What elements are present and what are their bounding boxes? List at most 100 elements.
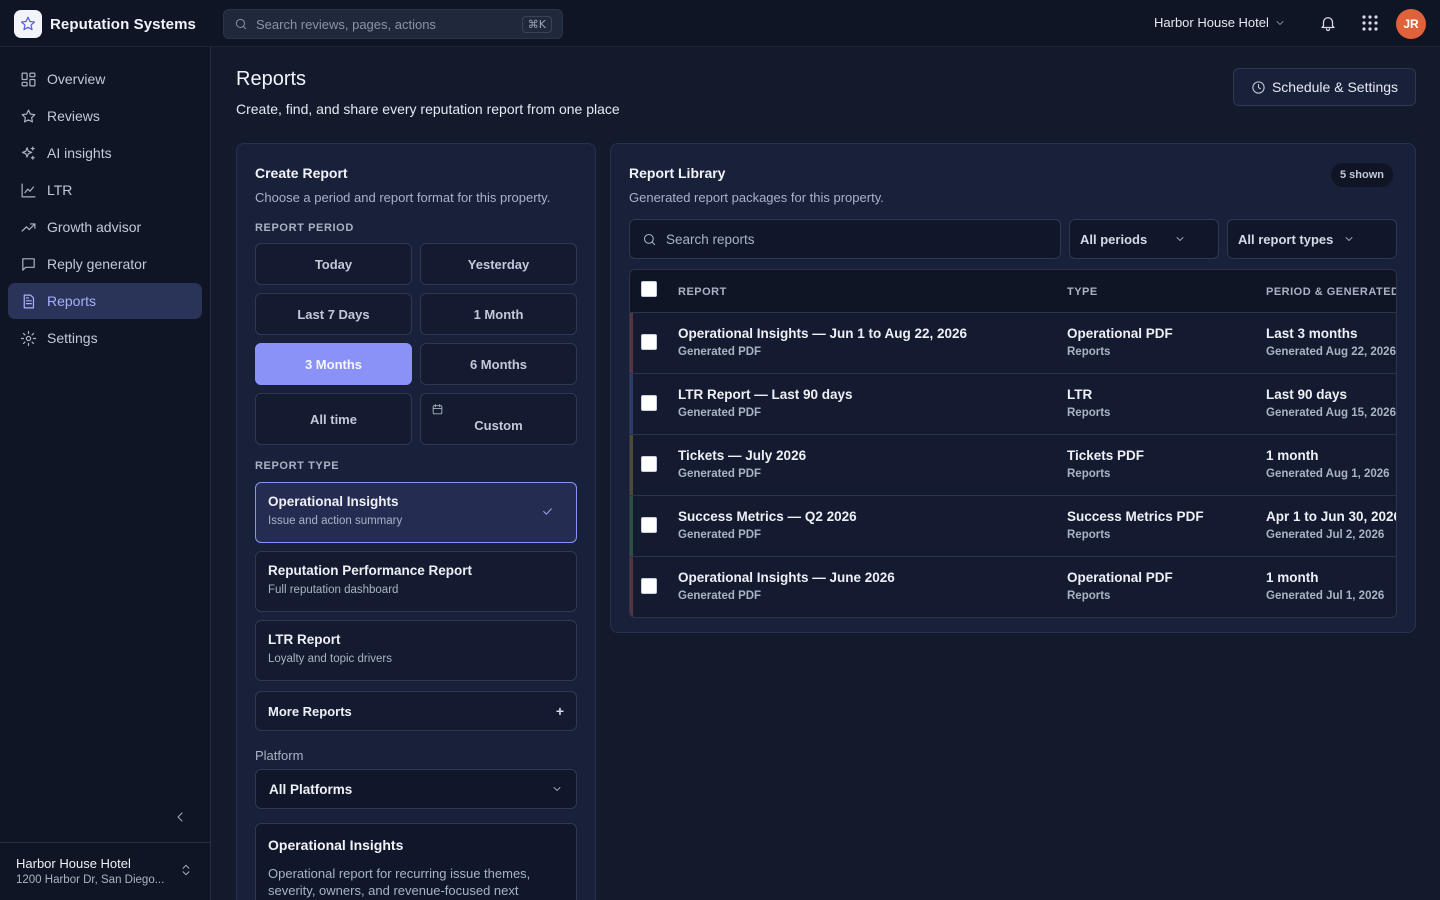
report-name: Success Metrics — Q2 2026 <box>678 509 857 524</box>
report-category: Reports <box>1067 529 1111 541</box>
sparkles-icon <box>20 145 37 162</box>
chevron-down-icon <box>551 783 563 795</box>
table-row[interactable]: Success Metrics — Q2 2026 Generated PDF Su… <box>630 496 1396 557</box>
report-type: Tickets PDF <box>1067 448 1145 463</box>
type-ltr-report[interactable]: LTR Report Loyalty and topic drivers <box>255 620 577 681</box>
app-name: Reputation Systems <box>50 15 196 33</box>
platform-label: Platform <box>255 748 304 763</box>
row-checkbox[interactable] <box>641 395 657 411</box>
row-checkbox[interactable] <box>641 334 657 350</box>
report-cell[interactable]: Success Metrics — Q2 2026 Generated PDF <box>678 509 1058 541</box>
period-custom-button[interactable]: Custom <box>420 393 577 445</box>
period-filter-select[interactable]: All periods <box>1069 219 1219 259</box>
report-name: LTR Report — Last 90 days <box>678 387 853 402</box>
report-generated: Generated Aug 22, 2026 <box>1266 346 1396 358</box>
sidebar-item-label: LTR <box>47 182 73 198</box>
sidebar-item-label: AI insights <box>47 145 112 161</box>
table-row[interactable]: Tickets — July 2026 Generated PDF Tickets … <box>630 435 1396 496</box>
report-search-placeholder: Search reports <box>666 231 755 247</box>
sidebar-item-reviews[interactable]: Reviews <box>8 98 202 134</box>
chevron-down-icon <box>1174 233 1186 245</box>
sidebar-item-growth-advisor[interactable]: Growth advisor <box>8 209 202 245</box>
report-category: Reports <box>1067 346 1111 358</box>
period-6-months-button[interactable]: 6 Months <box>420 343 577 385</box>
select-all-checkbox[interactable] <box>641 281 657 297</box>
bell-icon[interactable] <box>1319 14 1337 32</box>
report-search-input[interactable]: Search reports <box>629 219 1061 259</box>
type-reputation-performance[interactable]: Reputation Performance Report Full reput… <box>255 551 577 612</box>
sidebar-nav: Overview Reviews AI insights LTR Growth … <box>8 61 202 357</box>
footer-property-address: 1200 Harbor Dr, San Diego... <box>16 874 165 886</box>
star-icon <box>20 108 37 125</box>
sidebar-item-settings[interactable]: Settings <box>8 320 202 356</box>
report-period: Last 90 days <box>1266 387 1348 402</box>
row-accent <box>630 435 633 495</box>
period-today-button[interactable]: Today <box>255 243 412 285</box>
period-3-months-button[interactable]: 3 Months <box>255 343 412 385</box>
create-report-card: Create Report Choose a period and report… <box>236 143 596 900</box>
user-avatar[interactable]: JR <box>1396 9 1426 39</box>
report-cell[interactable]: Operational Insights — Jun 1 to Aug 22, … <box>678 326 1058 358</box>
collapse-sidebar-icon[interactable] <box>172 809 188 825</box>
report-name: Tickets — July 2026 <box>678 448 807 463</box>
period-last-7-days-button[interactable]: Last 7 Days <box>255 293 412 335</box>
platform-select[interactable]: All Platforms <box>255 769 577 809</box>
row-accent <box>630 374 633 434</box>
report-library-title: Report Library <box>629 165 726 181</box>
type-operational-insights[interactable]: Operational Insights Issue and action su… <box>255 482 577 543</box>
period-all-time-button[interactable]: All time <box>255 393 412 445</box>
sidebar-item-reply-generator[interactable]: Reply generator <box>8 246 202 282</box>
more-reports-button[interactable]: More Reports + <box>255 691 577 731</box>
search-placeholder: Search reviews, pages, actions <box>256 16 436 32</box>
table-row[interactable]: LTR Report — Last 90 days Generated PDF LT… <box>630 374 1396 435</box>
table-row[interactable]: Operational Insights — June 2026 Generate… <box>630 557 1396 617</box>
property-switcher[interactable]: Harbor House Hotel <box>1154 15 1286 30</box>
period-yesterday-button[interactable]: Yesterday <box>420 243 577 285</box>
sidebar-item-ai-insights[interactable]: AI insights <box>8 135 202 171</box>
global-search-input[interactable]: Search reviews, pages, actions ⌘K <box>223 9 563 39</box>
report-summary-box: Operational Insights Operational report … <box>255 823 577 900</box>
period-cell: Last 3 months Generated Aug 22, 2026 <box>1266 326 1396 358</box>
report-category: Reports <box>1067 590 1111 602</box>
report-format: Generated PDF <box>678 407 762 419</box>
report-period: Last 3 months <box>1266 326 1358 341</box>
type-cell: Success Metrics PDF Reports <box>1067 509 1257 541</box>
property-footer[interactable]: Harbor House Hotel 1200 Harbor Dr, San D… <box>0 842 210 900</box>
period-1-month-button[interactable]: 1 Month <box>420 293 577 335</box>
period-cell: 1 month Generated Jul 1, 2026 <box>1266 570 1396 602</box>
chevron-down-icon <box>1343 233 1355 245</box>
create-report-title: Create Report <box>255 165 348 181</box>
apps-grid-icon[interactable] <box>1361 14 1379 32</box>
row-checkbox[interactable] <box>641 578 657 594</box>
create-report-subtitle: Choose a period and report format for th… <box>255 190 551 205</box>
sidebar-item-label: Reviews <box>47 108 100 124</box>
report-cell[interactable]: Tickets — July 2026 Generated PDF <box>678 448 1058 480</box>
calendar-icon <box>431 403 444 416</box>
sidebar-item-label: Overview <box>47 71 106 87</box>
brand[interactable]: Reputation Systems <box>14 10 196 38</box>
type-description: Issue and action summary <box>268 515 403 527</box>
top-bar: Reputation Systems Search reviews, pages… <box>0 0 1440 47</box>
type-filter-select[interactable]: All report types <box>1227 219 1397 259</box>
more-reports-label: More Reports <box>268 703 352 719</box>
report-generated: Generated Jul 2, 2026 <box>1266 529 1385 541</box>
row-checkbox[interactable] <box>641 456 657 472</box>
page-title: Reports <box>236 68 307 90</box>
clock-icon <box>1251 80 1266 95</box>
sidebar-item-reports[interactable]: Reports <box>8 283 202 319</box>
report-format: Generated PDF <box>678 346 762 358</box>
schedule-settings-button[interactable]: Schedule & Settings <box>1233 68 1416 106</box>
row-accent <box>630 557 633 617</box>
report-category: Reports <box>1067 407 1111 419</box>
sidebar-item-overview[interactable]: Overview <box>8 61 202 97</box>
column-header-type: TYPE <box>1067 286 1098 298</box>
report-cell[interactable]: LTR Report — Last 90 days Generated PDF <box>678 387 1058 419</box>
table-row[interactable]: Operational Insights — Jun 1 to Aug 22, … <box>630 313 1396 374</box>
report-format: Generated PDF <box>678 590 762 602</box>
report-type: Operational PDF <box>1067 570 1173 585</box>
report-cell[interactable]: Operational Insights — June 2026 Generate… <box>678 570 1058 602</box>
sidebar-item-ltr[interactable]: LTR <box>8 172 202 208</box>
row-checkbox[interactable] <box>641 517 657 533</box>
type-description: Full reputation dashboard <box>268 584 399 596</box>
report-name: Operational Insights — June 2026 <box>678 570 895 585</box>
